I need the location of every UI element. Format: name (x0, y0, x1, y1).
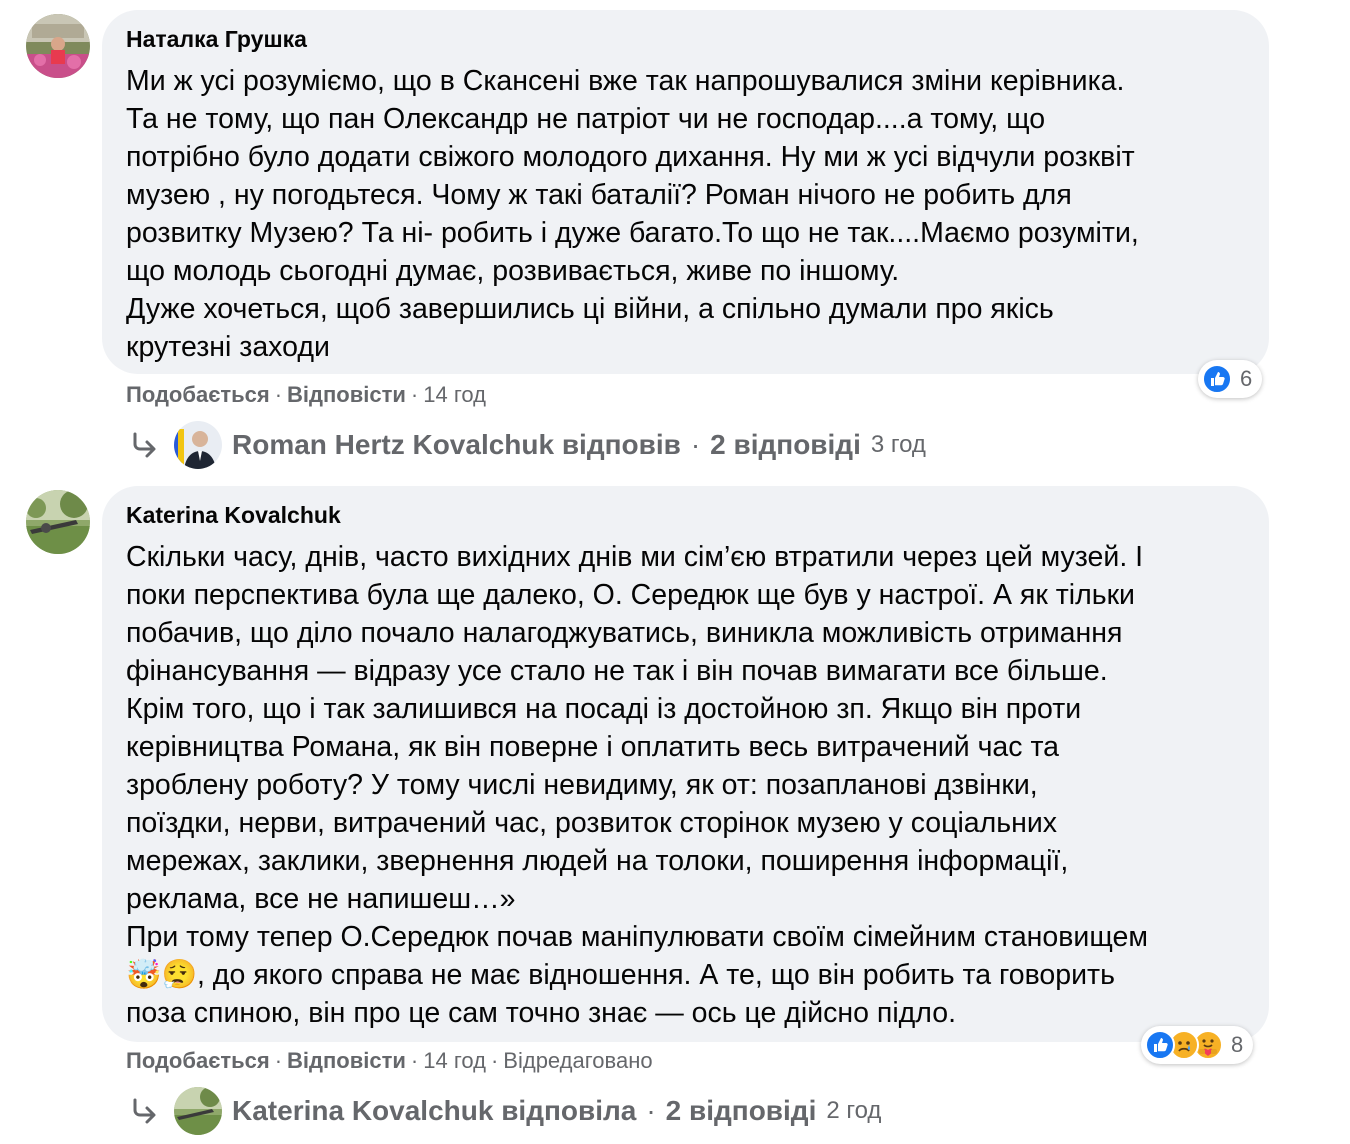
view-replies-link[interactable]: Roman Hertz Kovalchuk відповів · 2 відпо… (130, 421, 926, 469)
comment-text-line: фінансування — відразу усе стало не так … (126, 655, 1108, 687)
comment-text-line: Дуже хочеться, щоб завершились ці війни,… (126, 293, 1054, 325)
reaction-summary[interactable]: 6 (1198, 360, 1263, 398)
comment-text-line: Ми ж усі розуміємо, що в Скансені вже та… (126, 65, 1125, 97)
reply-count: 2 відповіді (710, 429, 861, 460)
reply-author-name: Roman Hertz Kovalchuk відповів (232, 429, 681, 460)
reply-author-avatar (174, 1087, 222, 1135)
comment-text-line: що молодь сьогодні думає, розвивається, … (126, 255, 900, 287)
comment-text: Ми ж усі розуміємо, що в Скансені вже та… (126, 62, 1245, 366)
comment-bubble: Katerina Kovalchuk Скільки часу, днів, ч… (102, 486, 1269, 1042)
separator-dot: · (646, 1095, 656, 1126)
comment-text-line: 🤯😮‍💨, до якого справа не має відношення.… (126, 959, 1115, 991)
edited-label[interactable]: Відредаговано (503, 1048, 652, 1073)
comment-text-line: керівництва Романа, як він поверне і опл… (126, 731, 1060, 763)
comment-timestamp[interactable]: 14 год (423, 1048, 486, 1073)
separator-dot: · (274, 1048, 283, 1073)
reply-button[interactable]: Відповісти (287, 1048, 406, 1073)
comment-text-line: поки перспектива була ще далеко, О. Сере… (126, 579, 1135, 611)
comment-text-line: поїздки, нерви, витрачений час, розвиток… (126, 807, 1058, 839)
comment-text-line: зроблену роботу? У тому числі невидиму, … (126, 769, 1038, 801)
comment-text-line: Крім того, що і так залишився на посаді … (126, 693, 1082, 725)
comment-author-avatar[interactable] (26, 490, 90, 554)
comment-actions: Подобається · Відповісти · 14 год · Відредагов… (126, 1046, 653, 1076)
like-reaction-icon (1202, 364, 1232, 394)
separator-dot: · (274, 382, 283, 407)
comment-text-line: поза спиною, він про це сам точно знає —… (126, 997, 957, 1029)
comment-text-line: розвитку Музею? Та ні- робить і дуже баг… (126, 217, 1139, 249)
comment-text-line: Скільки часу, днів, часто вихідних днів … (126, 541, 1144, 573)
reply-author-avatar (174, 421, 222, 469)
reaction-summary[interactable]: 8 (1141, 1026, 1254, 1064)
separator-dot: · (410, 382, 419, 407)
reply-button[interactable]: Відповісти (287, 382, 406, 407)
reply-timestamp: 2 год (826, 1097, 882, 1124)
separator-dot: · (690, 429, 701, 460)
comment-text-line: потрібно було додати свіжого молодого ди… (126, 141, 1135, 173)
like-reaction-icon (1145, 1030, 1175, 1060)
reply-arrow-icon (133, 1098, 156, 1124)
like-button[interactable]: Подобається (126, 382, 270, 407)
reaction-count: 6 (1240, 366, 1253, 391)
avatar-photo-garden (26, 14, 90, 78)
comment-bubble: Наталка Грушка Ми ж усі розуміємо, що в … (102, 10, 1269, 374)
avatar-photo-meadow (26, 490, 90, 554)
separator-dot: · (410, 1048, 419, 1073)
comment-text-line: Та не тому, що пан Олександр не патріот … (126, 103, 1046, 135)
comment-author-name[interactable]: Наталка Грушка (126, 24, 1245, 54)
reply-author-name: Katerina Kovalchuk відповіла (232, 1095, 637, 1126)
reply-count: 2 відповіді (665, 1095, 817, 1126)
comment-text-line: крутезні заходи (126, 331, 330, 363)
like-button[interactable]: Подобається (126, 1048, 270, 1073)
comment-text-line: При тому тепер О.Середюк почав маніпулюв… (126, 921, 1148, 953)
reply-timestamp: 3 год (870, 431, 926, 458)
reaction-count: 8 (1231, 1032, 1244, 1057)
comment-text-line: музею , ну погодьтеся. Чому ж такі батал… (126, 179, 1072, 211)
comment-author-name[interactable]: Katerina Kovalchuk (126, 500, 1245, 530)
comment-timestamp[interactable]: 14 год (423, 382, 486, 407)
comment-author-avatar[interactable] (26, 14, 90, 78)
comment-text-line: мережах, заклики, звернення людей на тол… (126, 845, 1069, 877)
comment-text: Скільки часу, днів, часто вихідних днів … (126, 538, 1245, 1032)
view-replies-link[interactable]: Katerina Kovalchuk відповіла · 2 відпові… (130, 1087, 881, 1135)
comment-text-line: побачив, що діло почало налагоджуватись,… (126, 617, 1123, 649)
comment-actions: Подобається · Відповісти · 14 год (126, 380, 486, 410)
reply-arrow-icon (133, 432, 156, 458)
separator-dot: · (490, 1048, 499, 1073)
comment-text-line: реклама, все не напишеш…» (126, 883, 516, 915)
